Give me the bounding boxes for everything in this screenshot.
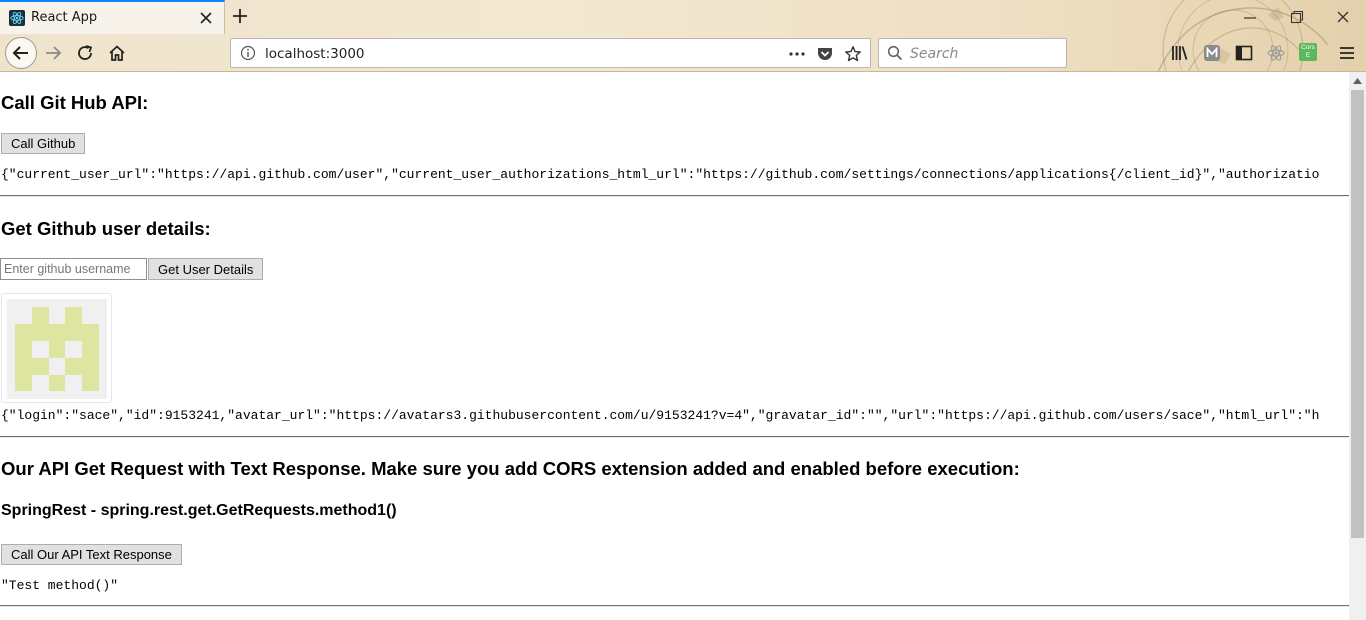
divider (0, 195, 1349, 197)
plus-icon[interactable] (232, 8, 248, 24)
scroll-up-icon[interactable] (1353, 78, 1362, 84)
tab-title: React App (31, 10, 98, 25)
tab-react-app[interactable]: React App (0, 0, 225, 34)
url-bar[interactable]: localhost:3000 (230, 38, 871, 68)
hamburger-menu-icon[interactable] (1337, 43, 1357, 63)
search-bar[interactable]: Search (878, 38, 1067, 68)
user-details-heading: Get Github user details: (1, 218, 211, 239)
github-username-input[interactable] (0, 258, 147, 280)
search-placeholder: Search (910, 46, 959, 62)
pocket-icon[interactable] (816, 45, 834, 63)
cors-extension-badge[interactable]: Cors E (1299, 43, 1317, 61)
back-icon (12, 46, 28, 60)
restore-icon[interactable] (1289, 9, 1305, 25)
more-icon[interactable] (788, 45, 806, 63)
close-window-icon[interactable] (1335, 9, 1351, 25)
forward-icon[interactable] (44, 44, 62, 62)
reload-icon[interactable] (76, 44, 94, 62)
user-details-response: {"login":"sace","id":9153241,"avatar_url… (1, 408, 1320, 423)
get-user-details-button[interactable]: Get User Details (148, 258, 264, 280)
home-icon[interactable] (108, 44, 126, 62)
react-favicon (9, 10, 25, 26)
github-api-response: {"current_user_url":"https://api.github.… (1, 167, 1320, 182)
navigation-toolbar: localhost:3000 Search (0, 34, 1366, 71)
extension-icon[interactable] (1202, 43, 1222, 63)
tab-strip: React App (0, 0, 1366, 34)
our-api-response: "Test method()" (1, 578, 119, 593)
search-icon (887, 45, 903, 61)
sidebar-icon[interactable] (1234, 43, 1254, 63)
info-icon[interactable] (240, 45, 256, 61)
our-api-subheading: SpringRest - spring.rest.get.GetRequests… (1, 502, 397, 519)
minimize-icon[interactable] (1242, 9, 1258, 25)
browser-chrome: React App localhost:3000 Search Cors E (0, 0, 1366, 72)
scrollbar-thumb[interactable] (1351, 90, 1364, 538)
our-api-heading: Our API Get Request with Text Response. … (1, 458, 1020, 479)
identicon-avatar (7, 299, 107, 399)
divider (0, 605, 1349, 607)
close-icon[interactable] (199, 11, 213, 25)
url-text[interactable]: localhost:3000 (265, 46, 365, 62)
star-icon[interactable] (844, 45, 862, 63)
github-api-heading: Call Git Hub API: (1, 92, 149, 113)
call-our-api-button[interactable]: Call Our API Text Response (1, 544, 182, 565)
page-viewport: Call Git Hub API: Call Github {"current_… (0, 72, 1349, 620)
user-avatar (1, 293, 112, 403)
divider (0, 436, 1349, 438)
vertical-scrollbar[interactable] (1349, 72, 1366, 620)
back-button[interactable] (5, 37, 37, 69)
react-devtools-icon[interactable] (1266, 43, 1286, 63)
call-github-button[interactable]: Call Github (1, 133, 86, 154)
library-icon[interactable] (1170, 43, 1190, 63)
